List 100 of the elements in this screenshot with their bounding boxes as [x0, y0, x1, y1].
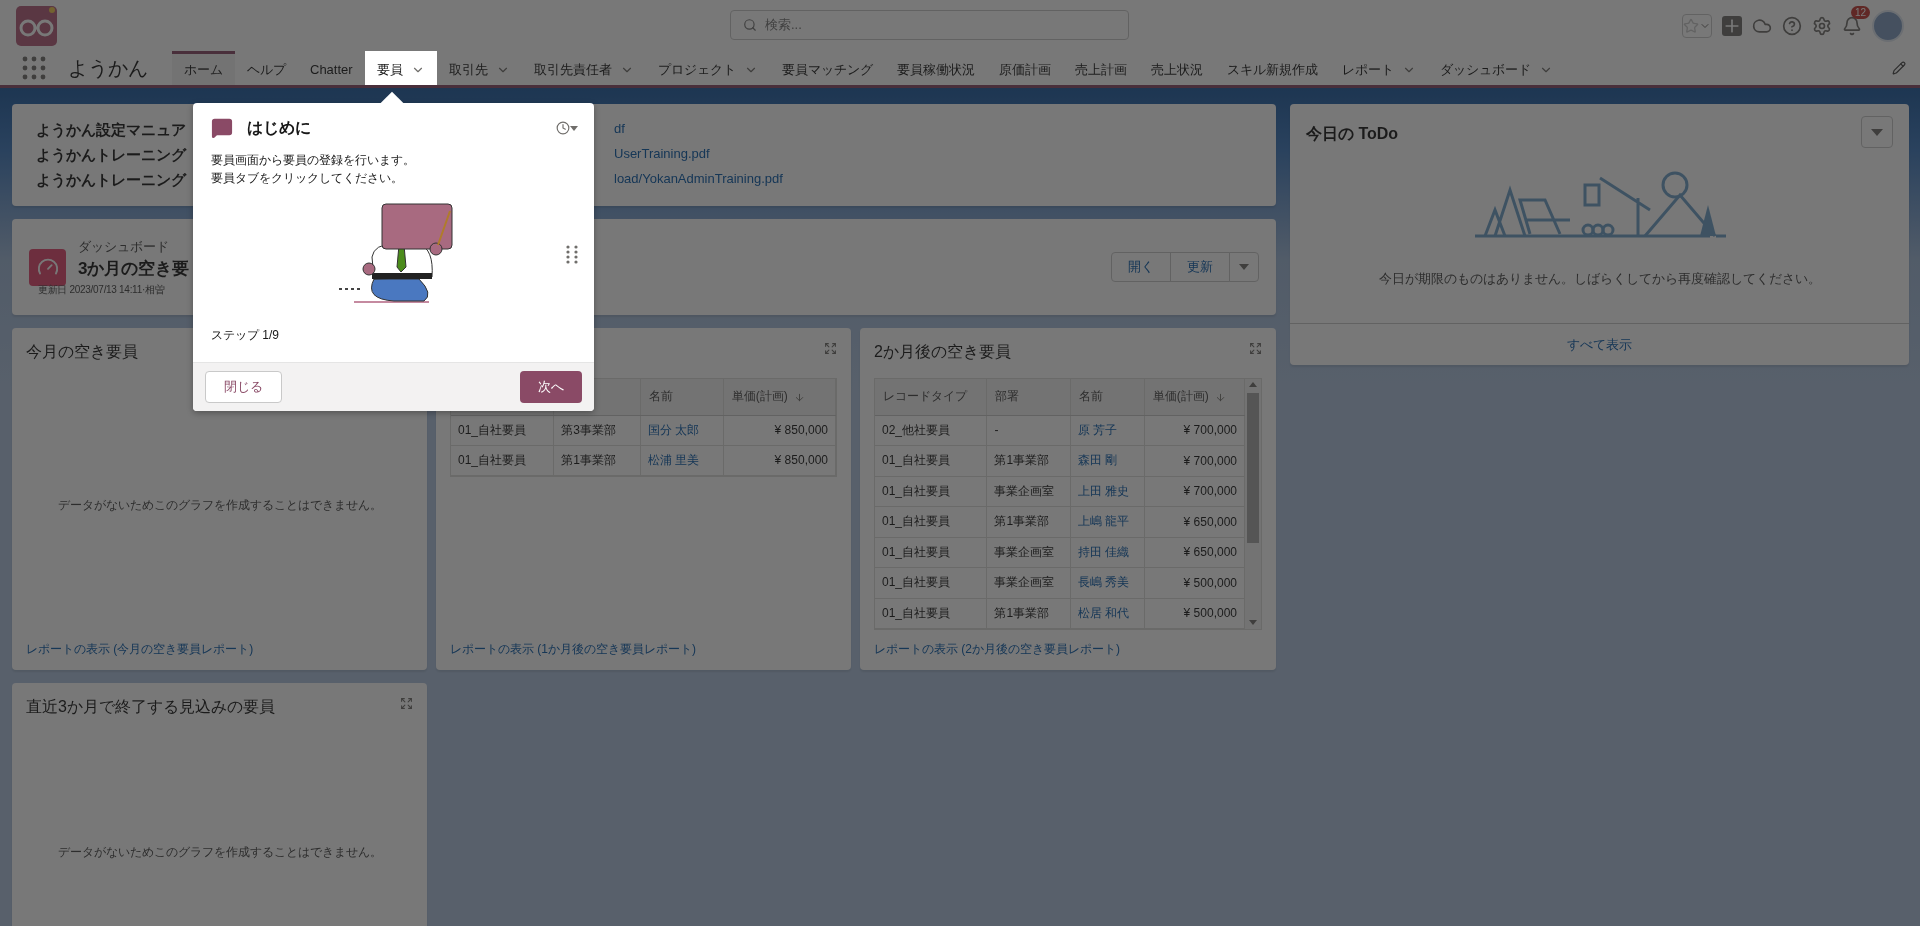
table-cell: 事業企画室: [986, 476, 1071, 507]
expand-icon[interactable]: [400, 697, 413, 710]
dropdown-button[interactable]: [1229, 252, 1259, 282]
report-link[interactable]: レポートの表示 (1か月後の空き要員レポート): [450, 633, 837, 658]
view-all-link[interactable]: すべて表示: [1567, 335, 1632, 354]
name-link[interactable]: 森田 剛: [1070, 445, 1145, 476]
nav-tab[interactable]: 原価計画: [986, 51, 1063, 85]
table-cell: ¥ 700,000: [1144, 445, 1245, 476]
table-cell: 01_自社要員: [451, 415, 554, 445]
dashboard-button[interactable]: 更新: [1170, 252, 1230, 282]
widget-title: 今月の空き要員: [26, 342, 138, 362]
column-header[interactable]: レコードタイプ: [875, 379, 987, 415]
manual-title: ようかん設定マニュア: [36, 120, 186, 140]
table-cell: ¥ 500,000: [1144, 567, 1245, 598]
caret-icon: [1871, 128, 1883, 136]
nav-tab[interactable]: 取引先: [436, 51, 522, 85]
bell-icon[interactable]: [1842, 15, 1862, 36]
dashboard-title: 3か月の空き要: [78, 257, 190, 280]
edit-icon[interactable]: [1892, 61, 1906, 75]
expand-icon[interactable]: [1249, 342, 1262, 355]
nav-tab[interactable]: ホーム: [172, 51, 235, 85]
table-cell: 01_自社要員: [875, 476, 987, 507]
table-cell: ¥ 500,000: [1144, 598, 1245, 629]
notification-badge: 12: [1850, 5, 1870, 19]
nav-tab[interactable]: 売上状況: [1138, 51, 1215, 85]
next-button[interactable]: 次へ: [520, 371, 582, 403]
expand-icon[interactable]: [824, 342, 837, 355]
table-cell: 第1事業部: [553, 445, 641, 475]
table-cell: 第1事業部: [986, 598, 1071, 629]
report-link[interactable]: レポートの表示 (2か月後の空き要員レポート): [874, 633, 1262, 658]
file-link[interactable]: df: [614, 120, 1252, 140]
table-cell: 01_自社要員: [875, 537, 987, 568]
drag-handle-icon[interactable]: [566, 245, 578, 265]
nav-tab[interactable]: プロジェクト: [645, 51, 770, 85]
table-cell: 01_自社要員: [875, 506, 987, 537]
nav-tab[interactable]: スキル新規作成: [1214, 51, 1330, 85]
table-cell: 02_他社要員: [875, 415, 987, 446]
updated-text: 更新日 2023/07/13 14:11·相曽: [38, 282, 166, 297]
logo-icon[interactable]: [16, 5, 57, 46]
empty-message: データがないためこのグラフを作成することはできません。: [57, 843, 382, 861]
widget-title: 直近3か月で終了する見込みの要員: [26, 697, 275, 717]
close-button[interactable]: 閉じる: [205, 371, 282, 403]
clock-icon[interactable]: [556, 121, 578, 135]
table-cell: -: [986, 415, 1071, 446]
app-name: ようかん: [68, 55, 148, 81]
popover-text: 要員画面から要員の登録を行います。: [211, 152, 416, 169]
dashboard-label: ダッシュボード: [78, 237, 170, 256]
chat-icon: [211, 117, 233, 139]
name-link[interactable]: 長嶋 秀美: [1070, 567, 1145, 598]
table-cell: 第1事業部: [986, 445, 1071, 476]
nav-tab[interactable]: 要員マッチング: [769, 51, 885, 85]
name-link[interactable]: 国分 太郎: [640, 415, 724, 445]
add-icon[interactable]: [1722, 15, 1742, 36]
column-header[interactable]: 部署: [986, 379, 1071, 415]
table-cell: 事業企画室: [986, 567, 1071, 598]
name-link[interactable]: 原 芳子: [1070, 415, 1145, 446]
help-icon[interactable]: [1782, 15, 1802, 36]
name-link[interactable]: 松居 和代: [1070, 598, 1145, 629]
name-link[interactable]: 松浦 里美: [640, 445, 724, 475]
name-link[interactable]: 上田 雅史: [1070, 476, 1145, 507]
scrollbar[interactable]: [1245, 379, 1261, 629]
table-cell: ¥ 850,000: [723, 445, 836, 475]
empty-message: 今日が期限のものはありません。しばらくしてから再度確認してください。: [1378, 270, 1821, 288]
name-link[interactable]: 上嶋 龍平: [1070, 506, 1145, 537]
nav-tab[interactable]: ヘルプ: [235, 51, 298, 85]
nav-tab[interactable]: Chatter: [298, 51, 365, 85]
column-header[interactable]: 名前: [640, 379, 724, 415]
table-cell: 01_自社要員: [875, 598, 987, 629]
app-launcher-icon[interactable]: [22, 56, 46, 80]
table-cell: ¥ 700,000: [1144, 476, 1245, 507]
file-link[interactable]: load/YokanAdminTraining.pdf: [614, 170, 1252, 190]
nav-tab[interactable]: 売上計画: [1062, 51, 1139, 85]
nav-tab[interactable]: 取引先責任者: [521, 51, 646, 85]
table-cell: ¥ 650,000: [1144, 537, 1245, 568]
nav-tab[interactable]: 要員: [364, 51, 437, 85]
empty-message: データがないためこのグラフを作成することはできません。: [57, 497, 382, 514]
file-link[interactable]: UserTraining.pdf: [614, 145, 1252, 165]
name-link[interactable]: 持田 佳織: [1070, 537, 1145, 568]
settings-icon[interactable]: [1812, 15, 1832, 36]
search-field[interactable]: 検索...: [730, 10, 1129, 40]
table-cell: 事業企画室: [986, 537, 1071, 568]
column-header[interactable]: 名前: [1070, 379, 1145, 415]
dashboard-button[interactable]: 開く: [1111, 252, 1171, 282]
table-cell: ¥ 650,000: [1144, 506, 1245, 537]
user-avatar[interactable]: [1872, 9, 1904, 42]
widget-title: 2か月後の空き要員: [874, 342, 1011, 362]
dropdown-button[interactable]: [1861, 116, 1893, 148]
nav-tab[interactable]: ダッシュボード: [1427, 51, 1565, 85]
nav-tab[interactable]: 要員稼働状況: [884, 51, 987, 85]
table-cell: 01_自社要員: [875, 445, 987, 476]
search-icon: [743, 18, 757, 32]
report-link[interactable]: レポートの表示 (今月の空き要員レポート): [26, 633, 413, 658]
manual-title: ようかんトレーニング: [36, 145, 186, 165]
popover-text: 要員タブをクリックしてください。: [211, 170, 404, 187]
todo-title: 今日の ToDo: [1306, 124, 1399, 144]
table-cell: 第1事業部: [986, 506, 1071, 537]
column-header[interactable]: 単価(計画): [723, 379, 836, 415]
nav-tab[interactable]: レポート: [1329, 51, 1428, 85]
favorites-button[interactable]: [1682, 13, 1712, 38]
column-header[interactable]: 単価(計画): [1144, 379, 1245, 415]
